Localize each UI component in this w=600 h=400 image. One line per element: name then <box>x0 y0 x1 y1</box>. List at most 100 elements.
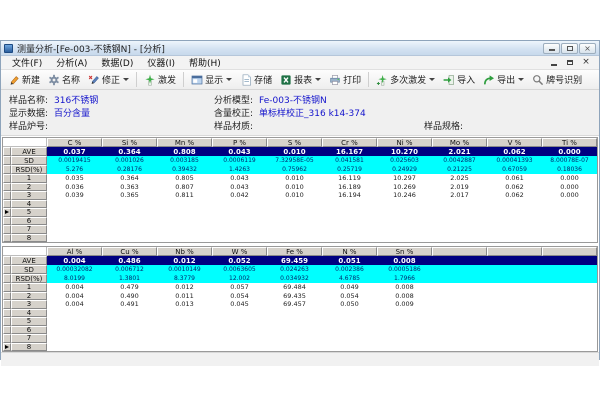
cell[interactable] <box>102 317 157 326</box>
row-header-2[interactable]: 2 <box>11 292 47 301</box>
minimize-button[interactable] <box>543 43 560 54</box>
cell[interactable]: 0.025603 <box>377 156 432 165</box>
mdi-restore-button[interactable] <box>565 58 575 68</box>
toolbar-button-new[interactable]: 新建 <box>4 72 44 87</box>
cell[interactable] <box>487 225 542 234</box>
cell[interactable] <box>267 334 322 343</box>
cell[interactable] <box>47 208 102 217</box>
cell[interactable] <box>542 326 597 335</box>
row-header-3[interactable]: 3 <box>11 191 47 200</box>
column-header-v[interactable]: V % <box>487 138 542 147</box>
cell[interactable]: 8.00078E-07 <box>542 156 597 165</box>
row-header-4[interactable]: 4 <box>11 200 47 209</box>
cell[interactable] <box>432 256 487 265</box>
menu-instrument[interactable]: 仪器(I) <box>140 56 182 69</box>
cell[interactable] <box>487 256 542 265</box>
row-header-8[interactable]: 8 <box>11 343 47 352</box>
maximize-button[interactable] <box>561 43 578 54</box>
cell[interactable] <box>102 217 157 226</box>
cell[interactable]: 0.00032082 <box>47 265 102 274</box>
cell[interactable] <box>432 265 487 274</box>
cell[interactable] <box>322 326 377 335</box>
cell[interactable] <box>542 234 597 243</box>
column-header-ni[interactable]: Ni % <box>377 138 432 147</box>
cell[interactable]: 0.057 <box>212 283 267 292</box>
column-header-mn[interactable]: Mn % <box>157 138 212 147</box>
row-header-1[interactable]: 1 <box>11 174 47 183</box>
cell[interactable]: 0.486 <box>102 256 157 265</box>
cell[interactable] <box>377 225 432 234</box>
cell[interactable]: 0.049 <box>322 283 377 292</box>
row-header-1[interactable]: 1 <box>11 283 47 292</box>
cell[interactable] <box>542 317 597 326</box>
cell[interactable]: 0.811 <box>157 191 212 200</box>
cell[interactable] <box>47 200 102 209</box>
cell[interactable]: 4.6785 <box>322 274 377 283</box>
cell[interactable] <box>542 343 597 352</box>
cell[interactable] <box>212 334 267 343</box>
cell[interactable] <box>322 343 377 352</box>
cell[interactable]: 0.008 <box>377 292 432 301</box>
cell[interactable]: 0.042 <box>212 191 267 200</box>
cell[interactable]: 10.270 <box>377 147 432 156</box>
cell[interactable]: 0.000 <box>542 183 597 192</box>
row-header-7[interactable]: 7 <box>11 334 47 343</box>
cell[interactable]: 0.0042887 <box>432 156 487 165</box>
cell[interactable]: 2.025 <box>432 174 487 183</box>
column-header-ti[interactable]: Ti % <box>542 138 597 147</box>
cell[interactable]: 0.000 <box>542 147 597 156</box>
cell[interactable] <box>47 309 102 318</box>
cell[interactable]: 0.0019415 <box>47 156 102 165</box>
cell[interactable]: 8.0199 <box>47 274 102 283</box>
cell[interactable] <box>432 234 487 243</box>
toolbar-button-name[interactable]: 名称 <box>44 72 84 87</box>
cell[interactable] <box>432 309 487 318</box>
row-header-rsd(%)[interactable]: RSD(%) <box>11 165 47 174</box>
cell[interactable]: 0.010 <box>267 147 322 156</box>
cell[interactable] <box>102 208 157 217</box>
toolbar-button-store[interactable]: 存储 <box>236 72 276 87</box>
cell[interactable] <box>47 234 102 243</box>
toolbar-button-export[interactable]: 导出 <box>479 72 528 87</box>
cell[interactable]: 2.017 <box>432 191 487 200</box>
row-header-3[interactable]: 3 <box>11 300 47 309</box>
cell[interactable] <box>157 309 212 318</box>
cell[interactable] <box>377 343 432 352</box>
column-header-w[interactable]: W % <box>212 247 267 256</box>
cell[interactable] <box>487 309 542 318</box>
cell[interactable]: 16.194 <box>322 191 377 200</box>
menu-data[interactable]: 数据(D) <box>94 56 140 69</box>
cell[interactable] <box>487 300 542 309</box>
cell[interactable] <box>432 217 487 226</box>
cell[interactable]: 0.0006119 <box>212 156 267 165</box>
cell[interactable] <box>322 225 377 234</box>
cell[interactable]: 69.459 <box>267 256 322 265</box>
cell[interactable]: 1.3801 <box>102 274 157 283</box>
cell[interactable]: 2.019 <box>432 183 487 192</box>
cell[interactable] <box>212 326 267 335</box>
cell[interactable]: 0.010 <box>267 183 322 192</box>
cell[interactable]: 0.054 <box>322 292 377 301</box>
cell[interactable]: 0.062 <box>487 147 542 156</box>
column-header-nb[interactable]: Nb % <box>157 247 212 256</box>
column-header-fe[interactable]: Fe % <box>267 247 322 256</box>
row-header-2[interactable]: 2 <box>11 183 47 192</box>
cell[interactable]: 0.039 <box>47 191 102 200</box>
dropdown-arrow-icon[interactable] <box>315 78 321 81</box>
cell[interactable] <box>322 200 377 209</box>
cell[interactable]: 0.808 <box>157 147 212 156</box>
cell[interactable] <box>322 217 377 226</box>
cell[interactable]: 1.4263 <box>212 165 267 174</box>
toolbar-button-excite[interactable]: 激发 <box>140 72 180 87</box>
cell[interactable]: 0.003185 <box>157 156 212 165</box>
cell[interactable] <box>432 200 487 209</box>
column-header-si[interactable]: Si % <box>102 138 157 147</box>
dropdown-arrow-icon[interactable] <box>518 78 524 81</box>
dropdown-arrow-icon[interactable] <box>123 78 129 81</box>
cell[interactable] <box>157 217 212 226</box>
cell[interactable]: 0.364 <box>102 147 157 156</box>
column-header-al[interactable]: Al % <box>47 247 102 256</box>
cell[interactable]: 1.7966 <box>377 274 432 283</box>
cell[interactable]: 0.479 <box>102 283 157 292</box>
toolbar-button-import[interactable]: 导入 <box>439 72 479 87</box>
